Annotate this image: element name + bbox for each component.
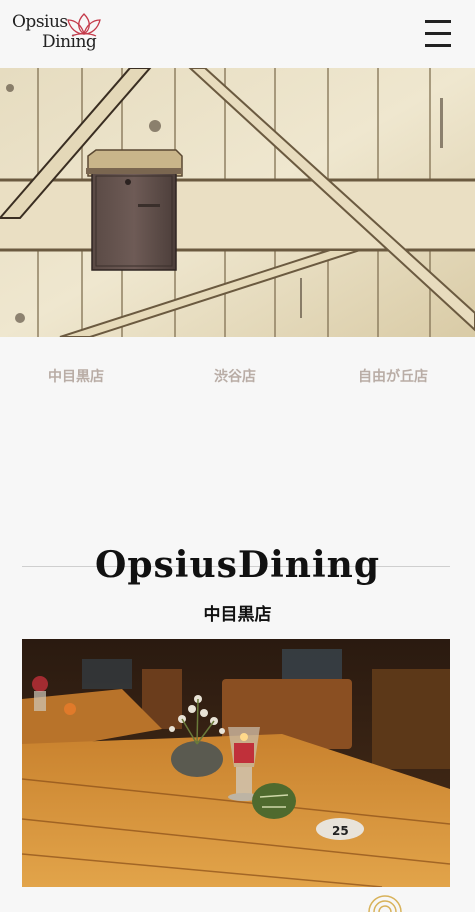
hero-image xyxy=(0,68,475,337)
hamburger-menu-button[interactable] xyxy=(425,18,451,48)
site-header: Opsius Dining xyxy=(0,0,475,68)
menu-bar-top xyxy=(425,20,451,23)
restaurant-photo: 25 xyxy=(22,639,450,887)
tab-jiyugaoka[interactable]: 自由が丘店 xyxy=(358,366,428,386)
logo-text-line1: Opsius xyxy=(12,12,68,32)
tab-shibuya[interactable]: 渋谷店 xyxy=(214,366,256,386)
section-title: OpsiusDining xyxy=(0,544,475,586)
restaurant-table-photo: 25 xyxy=(22,639,450,887)
lotus-icon xyxy=(67,13,101,37)
logo[interactable]: Opsius Dining xyxy=(10,12,104,56)
mailbox-on-wooden-door-photo xyxy=(0,68,475,337)
tab-nakameguro[interactable]: 中目黒店 xyxy=(48,366,104,386)
menu-bar-middle xyxy=(425,32,451,35)
section-title-text: OpsiusDining xyxy=(94,544,380,586)
menu-bar-bottom xyxy=(425,44,451,47)
concentric-circle-badge-icon xyxy=(368,895,402,912)
table-number: 25 xyxy=(332,824,349,838)
store-tabs: 中目黒店 渋谷店 自由が丘店 xyxy=(0,360,475,390)
section-subtitle: 中目黒店 xyxy=(203,605,272,625)
